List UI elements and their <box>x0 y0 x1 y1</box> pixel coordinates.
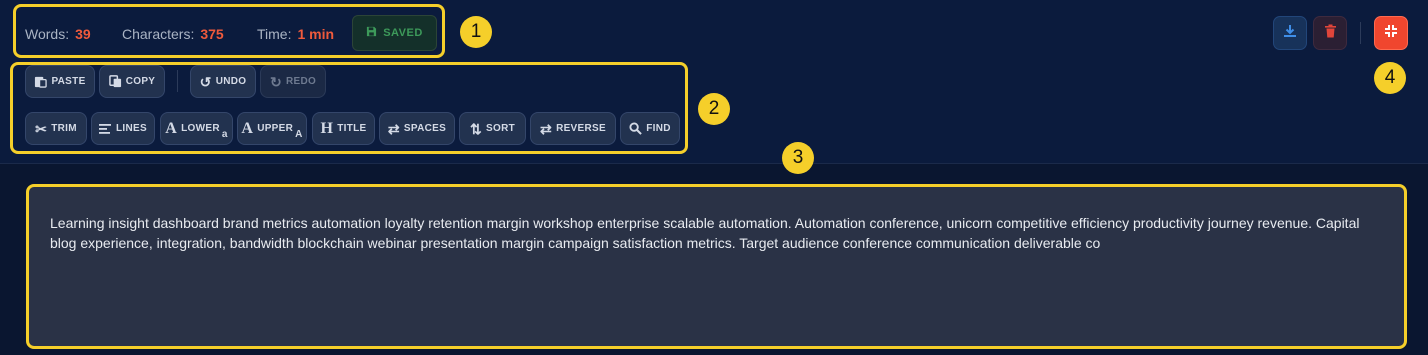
icon-divider <box>1360 22 1361 44</box>
clear-button[interactable] <box>1313 16 1347 50</box>
callout-box-1 <box>13 4 445 58</box>
callout-number-2: 2 <box>698 93 730 125</box>
download-icon <box>1283 24 1297 43</box>
callout-number-4: 4 <box>1374 62 1406 94</box>
callout-box-2 <box>10 62 688 154</box>
callout-number-3: 3 <box>782 142 814 174</box>
download-button[interactable] <box>1273 16 1307 50</box>
callout-number-1: 1 <box>460 16 492 48</box>
collapse-icon <box>1384 24 1398 43</box>
trash-icon <box>1324 24 1337 43</box>
callout-box-3 <box>26 184 1407 349</box>
exit-fullscreen-button[interactable] <box>1374 16 1408 50</box>
